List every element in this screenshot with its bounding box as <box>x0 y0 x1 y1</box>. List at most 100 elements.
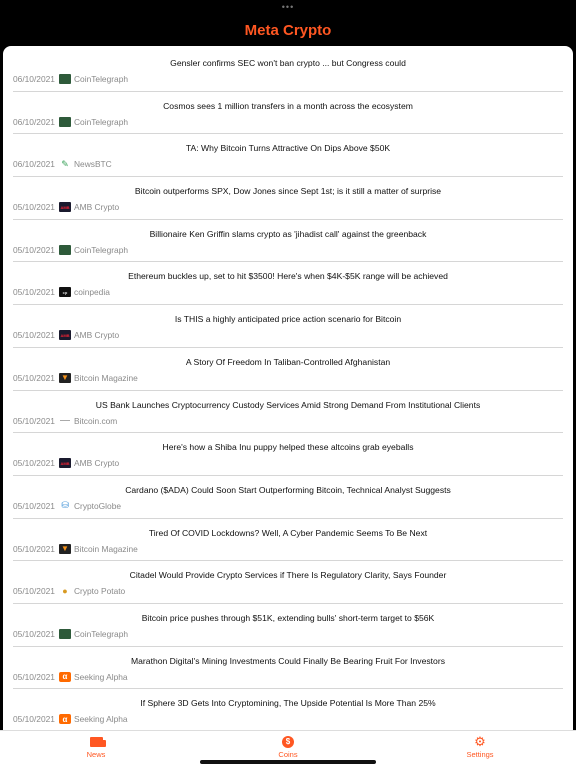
cointelegraph-logo-icon <box>59 116 71 127</box>
news-feed[interactable]: Gensler confirms SEC won't ban crypto ..… <box>3 46 573 730</box>
news-date: 05/10/2021 <box>13 330 55 341</box>
seeking-logo-icon: α <box>59 671 71 682</box>
news-item[interactable]: A Story Of Freedom In Taliban-Controlled… <box>13 348 563 391</box>
newsbtc-logo-icon: ✎ <box>61 159 69 169</box>
news-meta: 05/10/2021 ▼ Bitcoin Magazine <box>13 543 138 554</box>
tab-coins-label: Coins <box>278 750 298 759</box>
news-title: A Story Of Freedom In Taliban-Controlled… <box>185 356 391 367</box>
news-title: Citadel Would Provide Crypto Services if… <box>129 570 447 581</box>
news-date: 05/10/2021 <box>13 415 55 426</box>
news-item[interactable]: Here's how a Shiba Inu puppy helped thes… <box>13 433 563 476</box>
news-title: Bitcoin outperforms SPX, Dow Jones since… <box>134 186 442 197</box>
news-meta: 06/10/2021 CoinTelegraph <box>13 116 128 127</box>
potato-logo-icon: ● <box>62 586 68 597</box>
news-date: 05/10/2021 <box>13 714 55 725</box>
news-source: Crypto Potato <box>74 586 126 597</box>
news-title: If Sphere 3D Gets Into Cryptomining, The… <box>140 698 436 709</box>
page-title: Meta Crypto <box>244 21 332 39</box>
news-item[interactable]: Cardano ($ADA) Could Soon Start Outperfo… <box>13 476 563 519</box>
news-date: 05/10/2021 <box>13 628 55 639</box>
news-date: 05/10/2021 <box>13 372 55 383</box>
news-item[interactable]: Bitcoin price pushes through $51K, exten… <box>13 604 563 647</box>
news-meta: 05/10/2021 AMB AMB Crypto <box>13 202 120 213</box>
news-source: AMB Crypto <box>74 458 120 469</box>
news-source: Bitcoin Magazine <box>74 543 138 554</box>
news-item[interactable]: Ethereum buckles up, set to hit $3500! H… <box>13 262 563 306</box>
news-source: CoinTelegraph <box>74 628 129 639</box>
news-date: 05/10/2021 <box>13 244 55 255</box>
cointelegraph-logo-icon <box>59 244 71 255</box>
tab-news-label: News <box>86 750 106 759</box>
news-title: Gensler confirms SEC won't ban crypto ..… <box>170 58 406 68</box>
news-meta: 05/10/2021 AMB AMB Crypto <box>13 458 120 469</box>
news-meta: 05/10/2021 cp coinpedia <box>13 287 110 298</box>
news-title: TA: Why Bitcoin Turns Attractive On Dips… <box>185 143 391 154</box>
news-source: Bitcoin.com <box>74 415 118 426</box>
news-meta: 05/10/2021 α Seeking Alpha <box>13 714 128 725</box>
news-date: 06/10/2021 <box>13 74 55 84</box>
news-source: NewsBTC <box>74 159 112 170</box>
news-title: Ethereum buckles up, set to hit $3500! H… <box>128 271 448 282</box>
news-date: 05/10/2021 <box>13 671 55 682</box>
news-date: 05/10/2021 <box>13 500 55 511</box>
news-source: coinpedia <box>74 287 110 298</box>
news-item[interactable]: Marathon Digital's Mining Investments Co… <box>13 647 563 690</box>
news-title: Marathon Digital's Mining Investments Co… <box>130 655 445 666</box>
news-title: Cosmos sees 1 million transfers in a mon… <box>163 100 413 111</box>
news-source: AMB Crypto <box>74 330 120 341</box>
news-item[interactable]: Citadel Would Provide Crypto Services if… <box>13 561 563 604</box>
amb-logo-icon: AMB <box>59 458 71 469</box>
news-date: 05/10/2021 <box>13 202 55 213</box>
news-date: 06/10/2021 <box>13 159 55 170</box>
tab-settings[interactable]: ⚙ Settings <box>384 731 576 768</box>
news-item[interactable]: Cosmos sees 1 million transfers in a mon… <box>13 92 563 135</box>
news-source: Bitcoin Magazine <box>74 372 138 383</box>
news-source: CryptoGlobe <box>74 500 122 511</box>
btcmag-logo-icon: ▼ <box>59 372 71 383</box>
amb-logo-icon: AMB <box>59 202 71 213</box>
news-title: Billionaire Ken Griffin slams crypto as … <box>149 228 427 239</box>
tab-news[interactable]: News <box>0 731 192 768</box>
news-item[interactable]: Billionaire Ken Griffin slams crypto as … <box>13 220 563 263</box>
news-meta: 05/10/2021 α Seeking Alpha <box>13 671 128 682</box>
news-meta: 06/10/2021 ✎ NewsBTC <box>13 159 112 169</box>
news-item[interactable]: Tired Of COVID Lockdowns? Well, A Cyber … <box>13 519 563 562</box>
news-meta: 05/10/2021 ⛁ CryptoGlobe <box>13 501 121 511</box>
news-item[interactable]: If Sphere 3D Gets Into Cryptomining, The… <box>13 689 563 730</box>
amb-logo-icon: AMB <box>59 330 71 341</box>
news-item[interactable]: US Bank Launches Cryptocurrency Custody … <box>13 391 563 434</box>
news-title: US Bank Launches Cryptocurrency Custody … <box>95 399 481 410</box>
news-item[interactable]: Bitcoin outperforms SPX, Dow Jones since… <box>13 177 563 220</box>
bitcoincom-logo-icon <box>59 416 71 426</box>
news-item[interactable]: Is THIS a highly anticipated price actio… <box>13 305 563 348</box>
news-source: Seeking Alpha <box>74 714 128 725</box>
cointelegraph-logo-icon <box>59 74 71 84</box>
news-meta: 05/10/2021 AMB AMB Crypto <box>13 330 120 341</box>
news-source: CoinTelegraph <box>74 74 129 84</box>
gear-icon: ⚙ <box>474 734 486 749</box>
news-title: Here's how a Shiba Inu puppy helped thes… <box>162 442 414 453</box>
seeking-logo-icon: α <box>59 714 71 725</box>
coinpedia-logo-icon: cp <box>59 287 71 298</box>
news-date: 05/10/2021 <box>13 287 55 298</box>
news-meta: 05/10/2021 CoinTelegraph <box>13 628 129 639</box>
news-date: 05/10/2021 <box>13 586 55 597</box>
news-date: 06/10/2021 <box>13 116 55 127</box>
news-source: Seeking Alpha <box>74 671 128 682</box>
news-title: Bitcoin price pushes through $51K, exten… <box>141 612 435 623</box>
news-item[interactable]: TA: Why Bitcoin Turns Attractive On Dips… <box>13 134 563 178</box>
coin-icon: $ <box>281 736 295 748</box>
news-item[interactable]: Gensler confirms SEC won't ban crypto ..… <box>13 49 563 92</box>
cointelegraph-logo-icon <box>59 628 71 639</box>
news-source: AMB Crypto <box>74 202 120 213</box>
news-source: CoinTelegraph <box>74 244 129 255</box>
news-icon <box>89 736 106 748</box>
home-indicator <box>200 760 376 764</box>
cryptoglobe-logo-icon: ⛁ <box>61 500 69 511</box>
news-meta: 05/10/2021 ● Crypto Potato <box>13 586 125 596</box>
news-meta: 05/10/2021 ▼ Bitcoin Magazine <box>13 372 138 383</box>
news-title: Is THIS a highly anticipated price actio… <box>174 314 402 325</box>
navigation-bar: Meta Crypto <box>0 0 576 46</box>
news-date: 05/10/2021 <box>13 458 55 469</box>
news-list: Gensler confirms SEC won't ban crypto ..… <box>3 46 573 730</box>
